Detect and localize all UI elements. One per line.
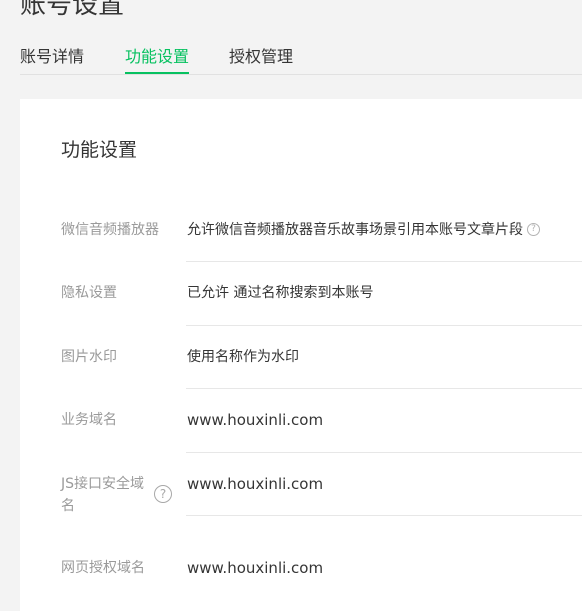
business-domain-value: www.houxinli.com xyxy=(187,411,324,429)
feature-settings-card: 功能设置 微信音频播放器 允许微信音频播放器音乐故事场景引用本账号文章片段? 隐… xyxy=(20,99,582,611)
row-divider xyxy=(186,515,582,516)
card-title: 功能设置 xyxy=(61,139,138,161)
image-watermark-label: 图片水印 xyxy=(61,349,117,365)
tab-account-details[interactable]: 账号详情 xyxy=(20,46,84,74)
js-security-domain-value: www.houxinli.com xyxy=(187,475,324,493)
page-title: 账号设置 xyxy=(20,0,125,20)
audio-player-value: 允许微信音频播放器音乐故事场景引用本账号文章片段? xyxy=(187,219,540,241)
tab-authorization-management[interactable]: 授权管理 xyxy=(229,46,293,74)
audio-player-text: 允许微信音频播放器音乐故事场景引用本账号文章片段 xyxy=(187,222,523,238)
account-settings-page: 账号设置 账号详情 功能设置 授权管理 功能设置 微信音频播放器 允许微信音频播… xyxy=(0,0,582,611)
web-auth-domain-value: www.houxinli.com xyxy=(187,559,324,577)
question-circle-icon[interactable]: ? xyxy=(527,222,540,236)
tab-feature-settings[interactable]: 功能设置 xyxy=(125,46,190,74)
row-divider xyxy=(186,388,582,389)
business-domain-label: 业务域名 xyxy=(61,412,117,428)
privacy-settings-label: 隐私设置 xyxy=(61,285,117,301)
js-security-domain-label: JS接口安全域名 xyxy=(61,476,145,514)
settings-tabs: 账号详情 功能设置 授权管理 xyxy=(20,46,582,75)
web-auth-domain-label: 网页授权域名 xyxy=(61,560,145,576)
row-divider xyxy=(186,261,582,262)
privacy-settings-value: 已允许 通过名称搜索到本账号 xyxy=(187,285,374,301)
row-divider xyxy=(186,452,582,453)
row-divider xyxy=(186,325,582,326)
question-circle-icon[interactable]: ? xyxy=(154,485,172,503)
image-watermark-value: 使用名称作为水印 xyxy=(187,349,299,365)
audio-player-label: 微信音频播放器 xyxy=(61,222,159,238)
